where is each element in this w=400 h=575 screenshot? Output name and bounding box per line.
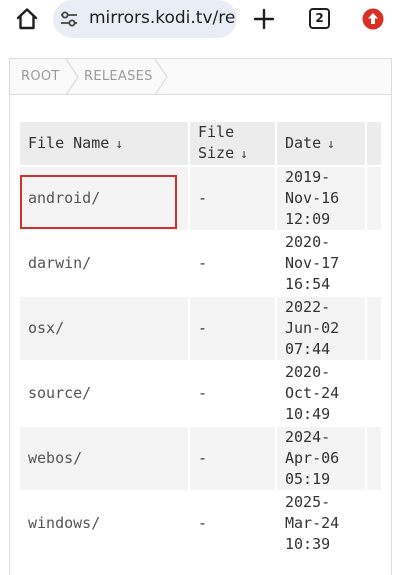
breadcrumb-separator-icon	[64, 58, 80, 96]
date-line: Nov-16	[285, 189, 340, 207]
browser-toolbar: mirrors.kodi.tv/re 2	[0, 0, 400, 38]
extra-cell	[367, 167, 381, 230]
breadcrumb-root[interactable]: ROOT	[21, 59, 60, 95]
table-row: darwin/ - 2020- Nov-17 16:54	[20, 232, 381, 295]
update-arrow-icon[interactable]	[362, 8, 384, 30]
extra-cell	[367, 492, 381, 555]
sort-arrow-icon: ↓	[240, 147, 248, 162]
date-line: Oct-24	[285, 384, 340, 402]
column-header-label: File Name	[28, 133, 110, 152]
file-date-cell: 2020- Nov-17 16:54	[277, 232, 365, 295]
date-line: 2019-	[285, 168, 331, 186]
file-size-cell: -	[190, 492, 275, 555]
column-header-date[interactable]: Date ↓	[277, 122, 365, 165]
tune-icon[interactable]	[59, 9, 79, 29]
column-header-extra	[367, 122, 381, 165]
date-line: 07:44	[285, 340, 331, 358]
date-line: 10:49	[285, 405, 331, 423]
file-date-cell: 2025- Mar-24 10:39	[277, 492, 365, 555]
file-size-cell: -	[190, 427, 275, 490]
date-line: 2022-	[285, 298, 331, 316]
address-bar[interactable]: mirrors.kodi.tv/re	[53, 0, 237, 38]
date-line: Mar-24	[285, 514, 340, 532]
file-date-cell: 2022- Jun-02 07:44	[277, 297, 365, 360]
table-row: windows/ - 2025- Mar-24 10:39	[20, 492, 381, 555]
breadcrumb-separator-icon	[153, 58, 169, 96]
plus-icon[interactable]	[252, 7, 276, 31]
home-icon[interactable]	[14, 6, 40, 32]
date-line: 05:19	[285, 470, 331, 488]
table-row: webos/ - 2024- Apr-06 05:19	[20, 427, 381, 490]
breadcrumb: ROOT RELEASES	[10, 58, 391, 96]
extra-cell	[367, 297, 381, 360]
sort-arrow-icon: ↓	[115, 136, 124, 152]
url-text[interactable]: mirrors.kodi.tv/re	[89, 8, 235, 28]
date-line: 10:39	[285, 535, 331, 553]
extra-cell	[367, 427, 381, 490]
file-date-cell: 2019- Nov-16 12:09	[277, 167, 365, 230]
date-line: 2024-	[285, 428, 331, 446]
table-row: osx/ - 2022- Jun-02 07:44	[20, 297, 381, 360]
file-size-cell: -	[190, 232, 275, 295]
extra-cell	[367, 232, 381, 295]
file-listing-table: File Name ↓ File Size ↓ Date ↓ android/ - 20…	[18, 120, 383, 557]
page-frame: ROOT RELEASES File Name ↓ File Size ↓ Da…	[9, 58, 392, 575]
breadcrumb-releases[interactable]: RELEASES	[84, 59, 153, 95]
file-size-cell: -	[190, 362, 275, 425]
date-line: Nov-17	[285, 254, 340, 272]
file-size-cell: -	[190, 297, 275, 360]
date-line: 16:54	[285, 275, 331, 293]
file-link-webos[interactable]: webos/	[20, 427, 188, 490]
column-header-label: File	[198, 123, 235, 141]
file-link-source[interactable]: source/	[20, 362, 188, 425]
date-line: 2020-	[285, 233, 331, 251]
date-line: 2025-	[285, 493, 331, 511]
file-link-windows[interactable]: windows/	[20, 492, 188, 555]
table-row: android/ - 2019- Nov-16 12:09	[20, 167, 381, 230]
table-row: source/ - 2020- Oct-24 10:49	[20, 362, 381, 425]
column-header-file-size[interactable]: File Size ↓	[190, 122, 275, 165]
file-size-cell: -	[190, 167, 275, 230]
date-line: 12:09	[285, 210, 331, 228]
date-line: Jun-02	[285, 319, 340, 337]
column-header-label: Date	[285, 133, 322, 152]
file-date-cell: 2020- Oct-24 10:49	[277, 362, 365, 425]
extra-cell	[367, 362, 381, 425]
column-header-file-name[interactable]: File Name ↓	[20, 122, 188, 165]
table-header-row: File Name ↓ File Size ↓ Date ↓	[20, 122, 381, 165]
file-link-osx[interactable]: osx/	[20, 297, 188, 360]
file-link-android[interactable]: android/	[20, 167, 188, 230]
file-date-cell: 2024- Apr-06 05:19	[277, 427, 365, 490]
date-line: Apr-06	[285, 449, 340, 467]
file-link-darwin[interactable]: darwin/	[20, 232, 188, 295]
sort-arrow-icon: ↓	[327, 136, 335, 152]
tab-switcher-icon[interactable]: 2	[309, 8, 330, 29]
date-line: 2020-	[285, 363, 331, 381]
column-header-label: Size	[198, 144, 235, 162]
